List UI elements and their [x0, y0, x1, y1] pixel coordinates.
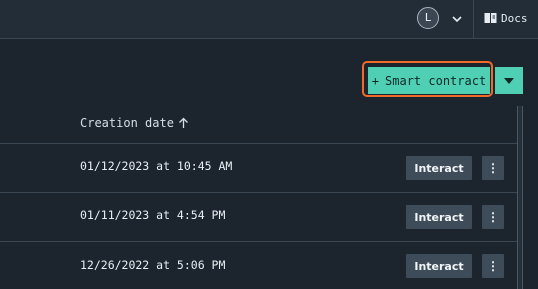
more-options-button[interactable]: ⋮	[482, 156, 504, 180]
add-smart-contract-label: Smart contract	[385, 73, 487, 88]
more-vertical-icon: ⋮	[487, 210, 499, 224]
plus-icon: +	[371, 73, 380, 88]
interact-button[interactable]: Interact	[406, 205, 472, 229]
chevron-down-icon[interactable]	[450, 11, 464, 25]
add-smart-contract-button[interactable]: + Smart contract	[368, 67, 490, 94]
user-avatar[interactable]: L	[417, 7, 439, 29]
top-bar: L Docs	[0, 0, 538, 39]
caret-down-icon	[504, 77, 514, 84]
top-bar-divider	[473, 0, 474, 38]
avatar-initial: L	[424, 11, 432, 24]
more-vertical-icon: ⋮	[487, 161, 499, 175]
interact-button[interactable]: Interact	[406, 156, 472, 180]
book-icon	[484, 13, 497, 23]
column-header-label: Creation date	[80, 116, 174, 130]
more-vertical-icon: ⋮	[487, 259, 499, 273]
more-options-button[interactable]: ⋮	[482, 254, 504, 278]
column-header-creation-date[interactable]: Creation date	[80, 116, 189, 130]
row-divider	[0, 192, 517, 193]
row-date: 01/11/2023 at 4:54 PM	[80, 208, 226, 222]
vertical-scrollbar[interactable]	[517, 106, 523, 289]
row-divider	[0, 143, 517, 144]
row-date: 12/26/2022 at 5:06 PM	[80, 258, 226, 272]
row-date: 01/12/2023 at 10:45 AM	[80, 159, 233, 173]
more-options-button[interactable]: ⋮	[482, 205, 504, 229]
docs-link[interactable]: Docs	[484, 10, 528, 26]
interact-button[interactable]: Interact	[406, 254, 472, 278]
row-divider	[0, 241, 517, 242]
add-options-dropdown-button[interactable]	[495, 67, 523, 94]
arrow-up-icon	[178, 117, 188, 128]
docs-label: Docs	[501, 11, 528, 25]
